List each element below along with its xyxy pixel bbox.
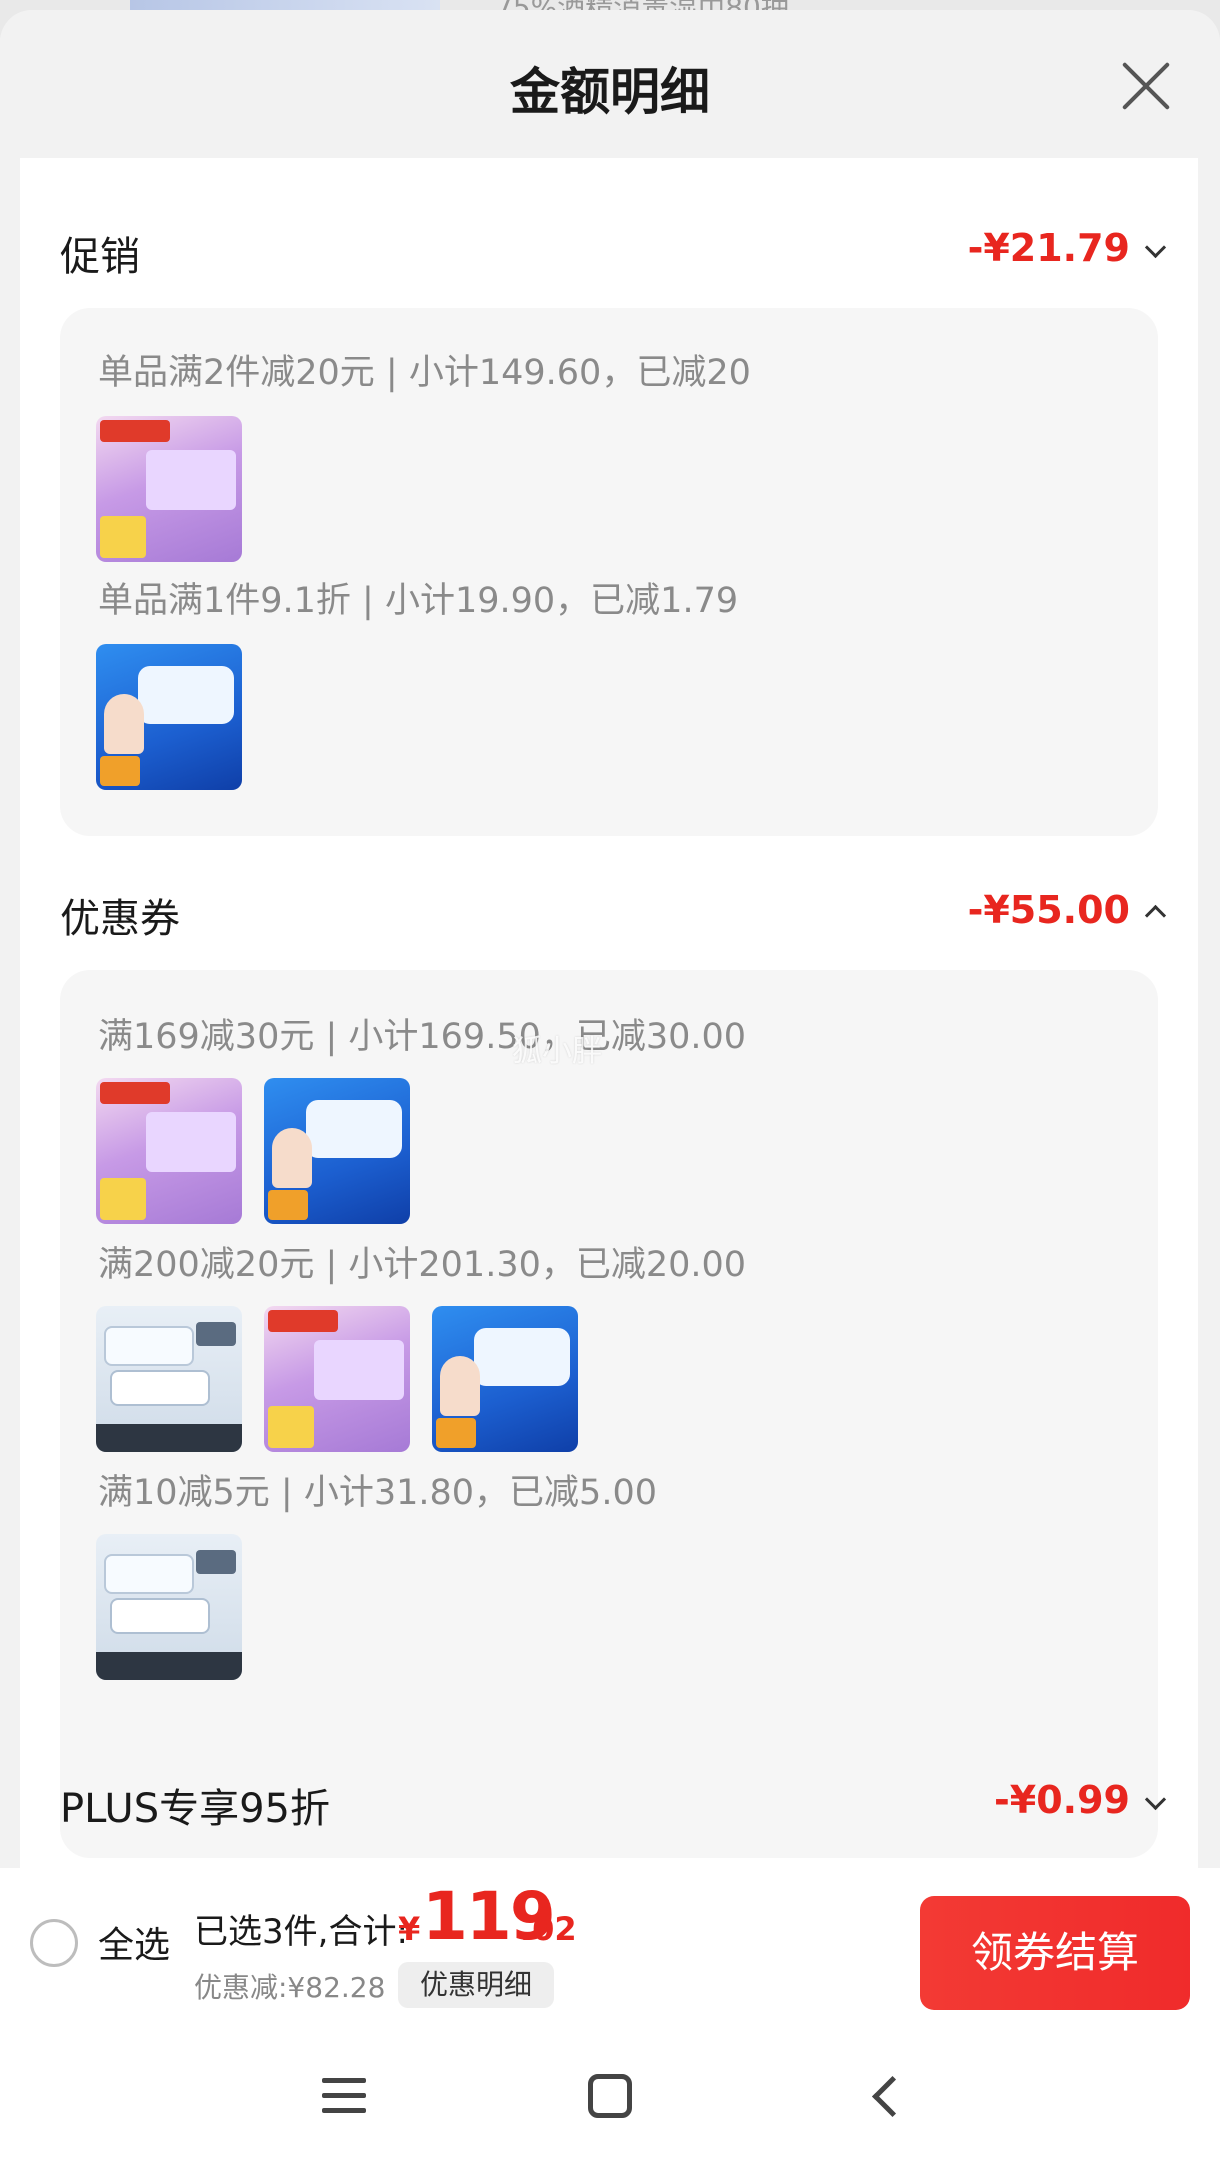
system-nav-bar — [0, 2028, 1220, 2169]
select-all-label[interactable]: 全选 — [98, 1916, 170, 1968]
select-all-radio[interactable] — [30, 1919, 78, 1967]
sheet-title: 金额明细 — [510, 63, 710, 121]
sheet-header: 金额明细 — [0, 10, 1220, 160]
watermark: 狐小胖 — [512, 1034, 602, 1069]
product-thumb-blue-wipes[interactable] — [96, 644, 242, 790]
home-icon[interactable] — [588, 2074, 632, 2118]
product-thumb-alcohol-wipes[interactable] — [96, 1534, 242, 1680]
coupon-detail-panel: 满169减30元 | 小计169.50，已减30.00 满200减20元 | 小… — [60, 970, 1158, 1858]
amount-detail-sheet: 金额明细 促销 -¥21.79 单品满2件减20元 | 小计149.60，已减2… — [0, 10, 1220, 2169]
promotion-rule-1: 单品满2件减20元 | 小计149.60，已减20 — [98, 353, 751, 393]
checkout-button[interactable]: 领券结算 — [920, 1896, 1190, 2010]
product-thumb-blue-wipes[interactable] — [264, 1078, 410, 1224]
selected-summary: 已选3件,合计: — [194, 1912, 408, 1952]
product-thumb-alcohol-wipes[interactable] — [96, 1306, 242, 1452]
coupon-rule-1: 满169减30元 | 小计169.50，已减30.00 — [98, 1017, 747, 1057]
detail-scroll-content[interactable]: 促销 -¥21.79 单品满2件减20元 | 小计149.60，已减20 单品满… — [20, 158, 1198, 1878]
product-thumb-purple-wipes[interactable] — [264, 1306, 410, 1452]
checkout-bar: 全选 已选3件,合计: ¥ 119 .02 优惠减:¥82.28 优惠明细 领券… — [0, 1868, 1220, 2028]
section-plus-title: PLUS专享95折 — [60, 1786, 330, 1832]
section-plus-amount: -¥0.99 — [994, 1778, 1130, 1822]
section-promotion-title: 促销 — [60, 234, 140, 280]
chevron-up-icon[interactable] — [1140, 896, 1170, 926]
discount-total: 优惠减:¥82.28 — [194, 1971, 386, 2004]
section-coupon-header[interactable]: 优惠券 -¥55.00 — [60, 886, 1170, 946]
product-thumb-purple-wipes[interactable] — [96, 1078, 242, 1224]
section-coupon-amount: -¥55.00 — [967, 888, 1130, 932]
recent-apps-icon[interactable] — [322, 2076, 366, 2116]
chevron-down-icon[interactable] — [1140, 1786, 1170, 1816]
promotion-detail-panel: 单品满2件减20元 | 小计149.60，已减20 单品满1件9.1折 | 小计… — [60, 308, 1158, 836]
section-promotion-header[interactable]: 促销 -¥21.79 — [60, 224, 1170, 284]
section-promotion-amount: -¥21.79 — [967, 226, 1130, 270]
section-coupon-title: 优惠券 — [60, 896, 180, 942]
total-currency: ¥ — [398, 1910, 421, 1948]
chevron-down-icon[interactable] — [1140, 234, 1170, 264]
coupon-rule-2: 满200减20元 | 小计201.30，已减20.00 — [98, 1245, 747, 1285]
section-plus-header[interactable]: PLUS专享95折 -¥0.99 — [60, 1776, 1170, 1836]
total-price-decimal: .02 — [520, 1910, 577, 1948]
product-thumb-blue-wipes[interactable] — [432, 1306, 578, 1452]
close-icon[interactable] — [1120, 60, 1172, 112]
product-thumb-purple-wipes[interactable] — [96, 416, 242, 562]
back-icon[interactable] — [864, 2074, 904, 2118]
discount-detail-button[interactable]: 优惠明细 — [398, 1962, 554, 2008]
promotion-rule-2: 单品满1件9.1折 | 小计19.90，已减1.79 — [98, 581, 739, 621]
coupon-rule-3: 满10减5元 | 小计31.80，已减5.00 — [98, 1473, 657, 1513]
